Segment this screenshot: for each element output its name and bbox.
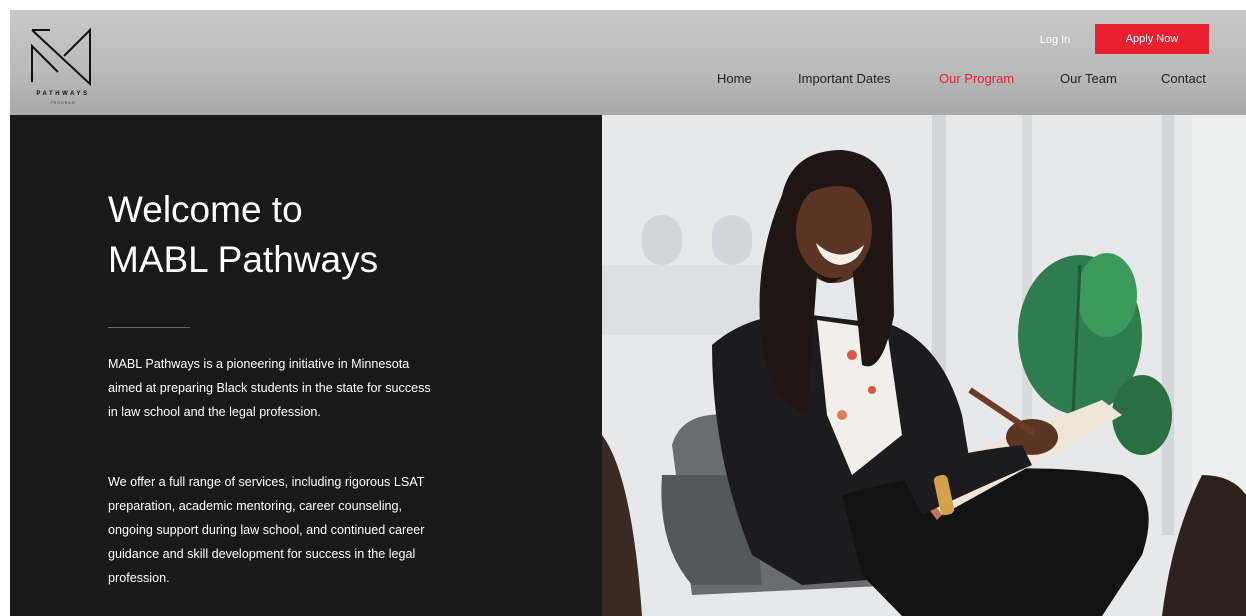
hero-title-line-2: MABL Pathways [108,239,379,280]
login-link[interactable]: Log In [1020,30,1090,50]
nav-item-our-team[interactable]: Our Team [1060,68,1117,90]
hero-title-line-1: Welcome to [108,189,303,230]
site-header: PATHWAYS PROGRAM Log In Apply Now Home I… [10,10,1246,115]
hero-divider [108,327,190,328]
hero-paragraph-services: We offer a full range of services, inclu… [108,475,425,585]
nav-item-important-dates[interactable]: Important Dates [798,68,891,90]
logo-wordmark: PATHWAYS [36,91,90,97]
pathways-logo[interactable]: PATHWAYS PROGRAM [22,24,104,110]
page: PATHWAYS PROGRAM Log In Apply Now Home I… [10,10,1246,616]
hero-text-panel: Welcome to MABL Pathways MABL Pathways i… [10,115,602,616]
hero-paragraph-intro: MABL Pathways is a pioneering initiative… [108,357,431,419]
main-nav: Home Important Dates Our Program Our Tea… [10,68,1246,90]
woman-writing-photo-illustration [602,115,1246,616]
hero-photo [602,115,1246,616]
nav-item-home[interactable]: Home [717,68,752,90]
nav-item-contact[interactable]: Contact [1161,68,1206,90]
logo-subtext: PROGRAM [50,101,76,105]
apply-now-button[interactable]: Apply Now [1095,24,1209,54]
nav-item-our-program[interactable]: Our Program [939,68,1014,90]
hero-title: Welcome to MABL Pathways [108,185,508,285]
